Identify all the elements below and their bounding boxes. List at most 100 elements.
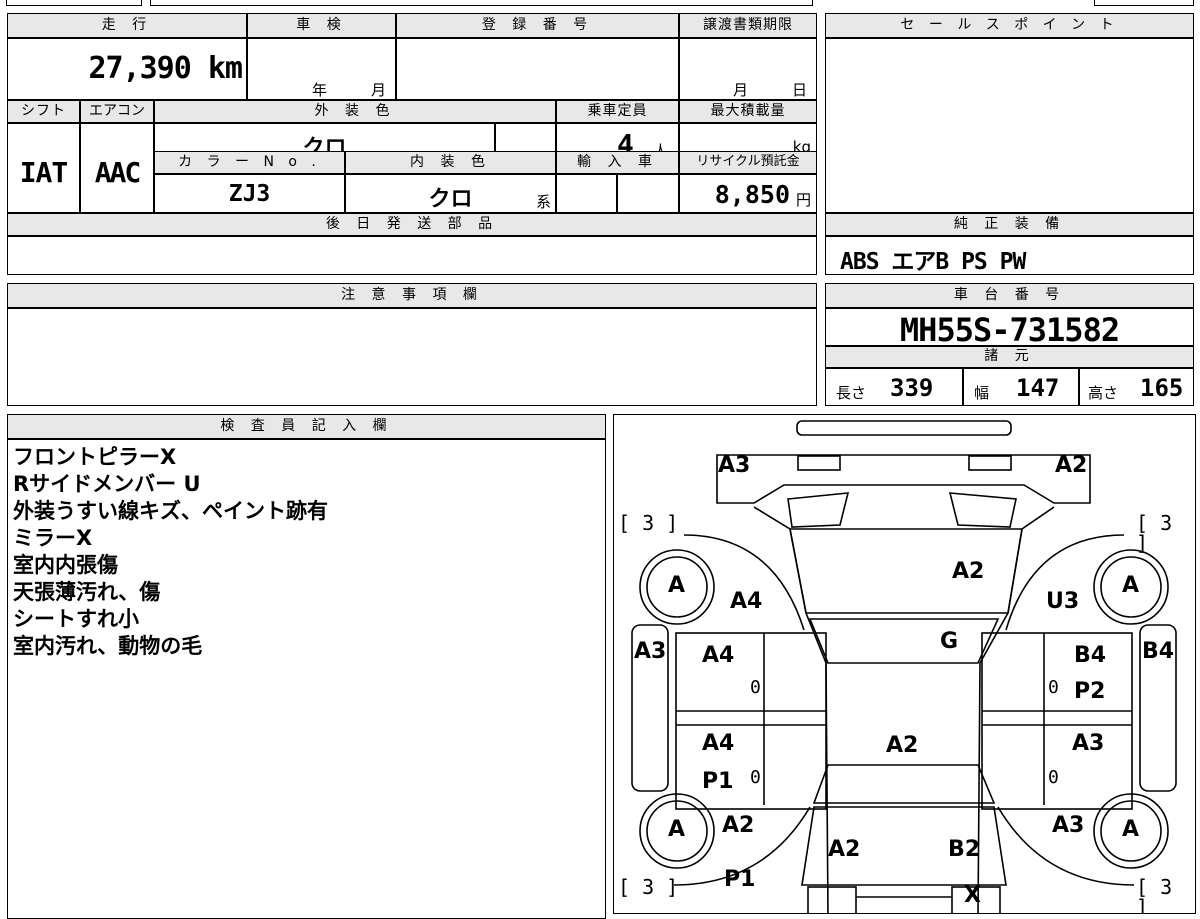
damage-label: B2 bbox=[948, 837, 981, 862]
color-no-cell: ZJ3 bbox=[154, 174, 345, 213]
deadline-cell: 月 日 bbox=[679, 38, 817, 100]
top-strip-right bbox=[1094, 0, 1194, 6]
genuine-equipment-cell: ABS エアB PS PW bbox=[825, 236, 1194, 275]
inspection-cell: 年 月 bbox=[247, 38, 396, 100]
tire-label-front-right: A bbox=[1122, 573, 1140, 598]
import-header: 輸 入 車 bbox=[556, 151, 679, 174]
damage-label: B4 bbox=[1074, 643, 1107, 668]
damage-label: U3 bbox=[1046, 589, 1080, 614]
chassis-number-header: 車 台 番 号 bbox=[825, 283, 1194, 308]
damage-label: A4 bbox=[702, 731, 735, 756]
top-strip-mid bbox=[150, 0, 813, 6]
spec-width-label: 幅 bbox=[974, 384, 990, 402]
corner-mark-bottom-right: [ 3 ] bbox=[1136, 875, 1173, 914]
damage-label: B4 bbox=[1142, 639, 1175, 664]
inspector-note: 天張薄汚れ、傷 bbox=[13, 580, 161, 604]
chassis-number-cell: MH55S-731582 bbox=[825, 308, 1194, 349]
tire-label-front-left: A bbox=[668, 573, 686, 598]
inspector-note: シートすれ小 bbox=[13, 607, 139, 631]
damage-label: A3 bbox=[634, 639, 667, 664]
aircon-cell: AAC bbox=[80, 123, 154, 213]
later-parts-header: 後 日 発 送 部 品 bbox=[7, 213, 817, 236]
inspector-note: 外装うすい線キズ、ペイント跡有 bbox=[13, 499, 328, 523]
shift-value: IAT bbox=[19, 156, 69, 189]
spec-width-value: 147 bbox=[1016, 374, 1060, 402]
aircon-header: エアコン bbox=[80, 100, 154, 123]
recycle-header: リサイクル預託金 bbox=[679, 151, 817, 174]
inspection-header: 車 検 bbox=[247, 13, 396, 38]
import-cell-a bbox=[556, 174, 617, 213]
transfer-deadline-header: 譲渡書類期限 bbox=[679, 13, 817, 38]
genuine-equipment-header: 純 正 装 備 bbox=[825, 213, 1194, 236]
deadline-day-label: 日 bbox=[792, 81, 808, 99]
spec-length-value: 339 bbox=[890, 374, 934, 402]
later-parts-cell bbox=[7, 236, 817, 275]
chassis-number-value: MH55S-731582 bbox=[899, 311, 1120, 349]
mileage-header: 走 行 bbox=[7, 13, 247, 38]
inspector-header: 検 査 員 記 入 欄 bbox=[7, 414, 606, 439]
specs-header: 諸 元 bbox=[825, 346, 1194, 368]
capacity-header: 乗車定員 bbox=[556, 100, 679, 123]
genuine-equipment-value: ABS エアB PS PW bbox=[840, 249, 1026, 275]
corner-mark-top-left: [ 3 ] bbox=[618, 511, 679, 535]
damage-label: A3 bbox=[1052, 813, 1085, 838]
tire-label-rear-right: A bbox=[1122, 817, 1140, 842]
interior-color-value: クロ bbox=[428, 187, 473, 212]
max-load-header: 最大積載量 bbox=[679, 100, 817, 123]
spec-length-cell: 長さ 339 bbox=[825, 368, 963, 406]
zero-marker: 0 bbox=[750, 767, 761, 788]
spec-height-value: 165 bbox=[1140, 374, 1184, 402]
aircon-value: AAC bbox=[94, 156, 142, 189]
tire-label-rear-left: A bbox=[668, 817, 686, 842]
top-strip-left bbox=[6, 0, 142, 6]
damage-label: P2 bbox=[1074, 679, 1106, 704]
corner-mark-top-right: [ 3 ] bbox=[1136, 511, 1173, 555]
registration-cell bbox=[396, 38, 679, 100]
damage-label: A2 bbox=[952, 559, 985, 584]
inspector-note: Rサイドメンバー U bbox=[13, 472, 201, 496]
shift-header: シフト bbox=[7, 100, 80, 123]
color-no-value: ZJ3 bbox=[228, 181, 271, 207]
damage-label: A2 bbox=[886, 733, 919, 758]
sales-point-header: セ ー ル ス ポ イ ン ト bbox=[825, 13, 1194, 38]
corner-mark-bottom-left: [ 3 ] bbox=[618, 875, 679, 899]
recycle-value: 8,850 bbox=[714, 180, 790, 209]
damage-label: A2 bbox=[1055, 453, 1088, 478]
spec-height-label: 高さ bbox=[1088, 384, 1119, 402]
damage-label: X bbox=[964, 883, 981, 908]
registration-header: 登 録 番 号 bbox=[396, 13, 679, 38]
inspector-note: フロントピラーX bbox=[13, 445, 177, 469]
caution-header: 注 意 事 項 欄 bbox=[7, 283, 817, 308]
color-no-header: カ ラ ー N o . bbox=[154, 151, 345, 174]
damage-label: A4 bbox=[730, 589, 763, 614]
damage-label: P1 bbox=[702, 769, 734, 794]
damage-label: A2 bbox=[828, 837, 861, 862]
exterior-color-header: 外 装 色 bbox=[154, 100, 556, 123]
zero-marker: 0 bbox=[1048, 767, 1059, 788]
recycle-unit: 円 bbox=[795, 191, 811, 209]
damage-label: A2 bbox=[722, 813, 755, 838]
recycle-cell: 8,850 円 bbox=[679, 174, 817, 213]
mileage-cell: 27,390 km bbox=[7, 38, 247, 100]
inspector-note: 室内内張傷 bbox=[13, 553, 118, 577]
chassis-panel: 車 台 番 号 MH55S-731582 諸 元 長さ 339 幅 147 高さ… bbox=[825, 283, 1194, 406]
spec-height-cell: 高さ 165 bbox=[1079, 368, 1194, 406]
deadline-month-label: 月 bbox=[733, 81, 749, 99]
spec-width-cell: 幅 147 bbox=[963, 368, 1079, 406]
shift-cell: IAT bbox=[7, 123, 80, 213]
damage-label: A3 bbox=[1072, 731, 1105, 756]
inspector-notes: フロントピラーX Rサイドメンバー U 外装うすい線キズ、ペイント跡有 ミラーX… bbox=[7, 439, 606, 919]
damage-label: A3 bbox=[718, 453, 751, 478]
interior-color-cell: クロ 系 bbox=[345, 174, 556, 213]
sales-point-panel: セ ー ル ス ポ イ ン ト 純 正 装 備 ABS エアB PS PW bbox=[825, 13, 1194, 275]
caution-panel: 注 意 事 項 欄 bbox=[7, 283, 817, 406]
inspector-note: 室内汚れ、動物の毛 bbox=[13, 634, 203, 658]
mileage-value: 27,390 km bbox=[88, 51, 243, 86]
inspector-panel: 検 査 員 記 入 欄 フロントピラーX Rサイドメンバー U 外装うすい線キズ… bbox=[7, 414, 606, 919]
interior-color-header: 内 装 色 bbox=[345, 151, 556, 174]
damage-label: A4 bbox=[702, 643, 735, 668]
import-cell-b bbox=[617, 174, 679, 213]
interior-color-suffix: 系 bbox=[535, 193, 551, 211]
zero-marker: 0 bbox=[750, 677, 761, 698]
spec-table: 走 行 車 検 登 録 番 号 譲渡書類期限 27,390 km 年 月 月 日… bbox=[7, 13, 817, 275]
